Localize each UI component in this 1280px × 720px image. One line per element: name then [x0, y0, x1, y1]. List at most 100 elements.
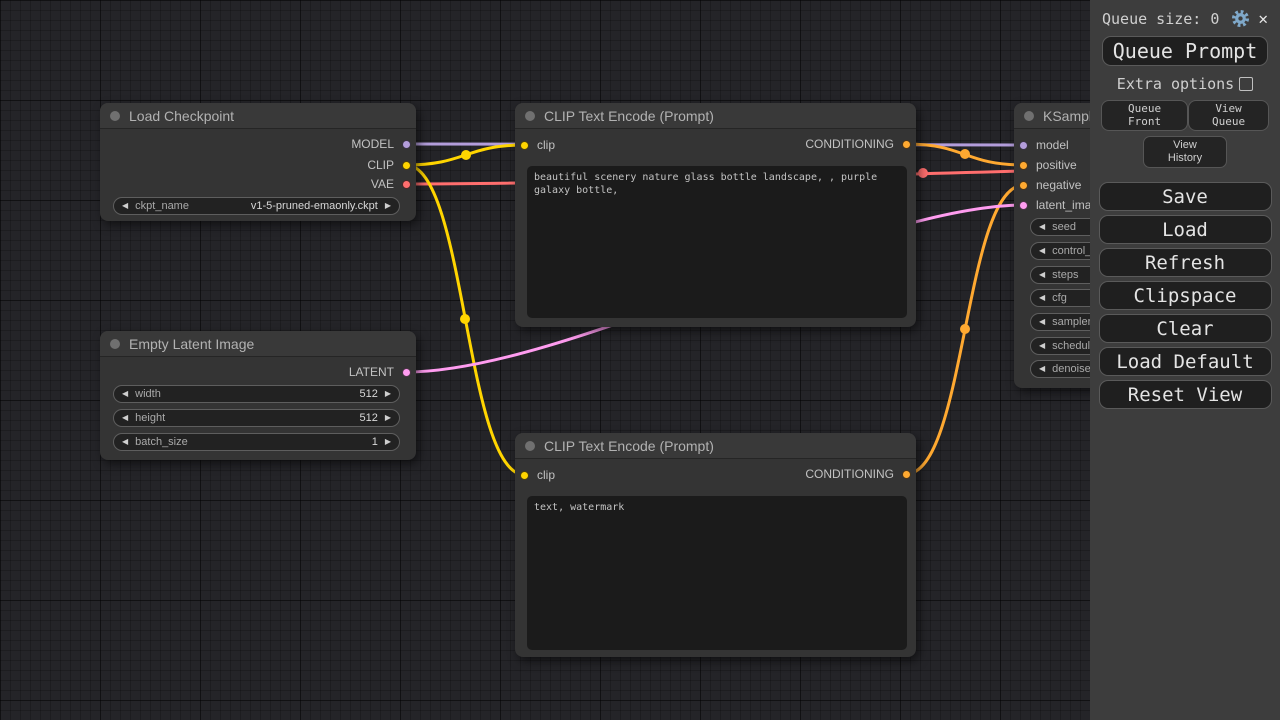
clipspace-button[interactable]: Clipspace: [1099, 281, 1272, 310]
node-load-checkpoint[interactable]: Load Checkpoint MODEL CLIP VAE ◀ ckpt_na…: [100, 103, 416, 221]
save-button[interactable]: Save: [1099, 182, 1272, 211]
slot-dot-clip[interactable]: [402, 161, 411, 170]
arrow-left-icon[interactable]: ◀: [1039, 247, 1045, 255]
widget-label: width: [135, 388, 161, 400]
slot-label: negative: [1036, 178, 1081, 192]
widget-label: schedul: [1052, 340, 1090, 352]
slot-label: CONDITIONING: [805, 467, 894, 481]
prompt-textarea[interactable]: text, watermark: [527, 496, 907, 650]
node-title: CLIP Text Encode (Prompt): [544, 108, 714, 124]
arrow-left-icon[interactable]: ◀: [1039, 318, 1045, 326]
settings-gear-icon[interactable]: [1231, 9, 1250, 28]
widget-value: v1-5-pruned-emaonly.ckpt: [251, 200, 378, 212]
extra-options-label: Extra options: [1117, 75, 1234, 93]
slot-dot-vae[interactable]: [402, 180, 411, 189]
slot-dot-conditioning[interactable]: [1019, 161, 1028, 170]
arrow-left-icon[interactable]: ◀: [122, 202, 128, 210]
extra-options-checkbox[interactable]: [1239, 77, 1253, 91]
arrow-left-icon[interactable]: ◀: [1039, 294, 1045, 302]
slot-label: VAE: [371, 177, 394, 191]
link-dot: [460, 314, 470, 324]
prompt-textarea[interactable]: beautiful scenery nature glass bottle la…: [527, 166, 907, 318]
link-dot: [960, 324, 970, 334]
widget-label: seed: [1052, 221, 1076, 233]
node-header[interactable]: Empty Latent Image: [100, 331, 416, 357]
refresh-button[interactable]: Refresh: [1099, 248, 1272, 277]
widget-label: cfg: [1052, 292, 1067, 304]
arrow-left-icon[interactable]: ◀: [1039, 223, 1045, 231]
node-header[interactable]: CLIP Text Encode (Prompt): [515, 433, 916, 459]
node-clip-text-encode-positive[interactable]: CLIP Text Encode (Prompt) clip CONDITION…: [515, 103, 916, 327]
slot-label: model: [1036, 138, 1069, 152]
widget-label: ckpt_name: [135, 200, 189, 212]
collapse-dot-icon[interactable]: [110, 339, 120, 349]
reset-view-button[interactable]: Reset View: [1099, 380, 1272, 409]
arrow-right-icon[interactable]: ▶: [385, 202, 391, 210]
width-widget[interactable]: ◀ width 512 ▶: [113, 385, 400, 403]
widget-label: height: [135, 412, 165, 424]
arrow-left-icon[interactable]: ◀: [1039, 365, 1045, 373]
slot-label: clip: [537, 138, 555, 152]
slot-dot-conditioning[interactable]: [902, 470, 911, 479]
input-slot-model: model: [1019, 135, 1069, 155]
widget-value: 512: [359, 412, 377, 424]
collapse-dot-icon[interactable]: [525, 111, 535, 121]
load-default-button[interactable]: Load Default: [1099, 347, 1272, 376]
slot-dot-clip[interactable]: [520, 471, 529, 480]
node-empty-latent-image[interactable]: Empty Latent Image LATENT ◀ width 512 ▶ …: [100, 331, 416, 460]
arrow-left-icon[interactable]: ◀: [1039, 271, 1045, 279]
node-title: CLIP Text Encode (Prompt): [544, 438, 714, 454]
slot-label: MODEL: [351, 137, 394, 151]
slot-label: LATENT: [349, 365, 394, 379]
comfy-menu-panel: Queue size: 0 ✕ Queue Prompt Extra optio…: [1090, 0, 1280, 720]
slot-label: positive: [1036, 158, 1077, 172]
node-header[interactable]: Load Checkpoint: [100, 103, 416, 129]
view-history-button[interactable]: View History: [1143, 136, 1227, 168]
node-clip-text-encode-negative[interactable]: CLIP Text Encode (Prompt) clip CONDITION…: [515, 433, 916, 657]
collapse-dot-icon[interactable]: [525, 441, 535, 451]
output-slot-vae: VAE: [371, 174, 411, 194]
arrow-left-icon[interactable]: ◀: [122, 438, 128, 446]
widget-value: 512: [359, 388, 377, 400]
output-slot-clip: CLIP: [367, 155, 411, 175]
link-dot: [918, 168, 928, 178]
batch-size-widget[interactable]: ◀ batch_size 1 ▶: [113, 433, 400, 451]
link-dot: [461, 150, 471, 160]
widget-value: 1: [372, 436, 378, 448]
close-icon[interactable]: ✕: [1256, 9, 1270, 28]
ckpt-name-widget[interactable]: ◀ ckpt_name v1-5-pruned-emaonly.ckpt ▶: [113, 197, 400, 215]
clear-button[interactable]: Clear: [1099, 314, 1272, 343]
slot-dot-conditioning[interactable]: [902, 140, 911, 149]
node-header[interactable]: CLIP Text Encode (Prompt): [515, 103, 916, 129]
node-title: Empty Latent Image: [129, 336, 254, 352]
slot-dot-model[interactable]: [402, 140, 411, 149]
collapse-dot-icon[interactable]: [110, 111, 120, 121]
slot-dot-model[interactable]: [1019, 141, 1028, 150]
slot-dot-clip[interactable]: [520, 141, 529, 150]
slot-dot-latent[interactable]: [1019, 201, 1028, 210]
slot-label: CLIP: [367, 158, 394, 172]
widget-label: steps: [1052, 269, 1078, 281]
arrow-left-icon[interactable]: ◀: [122, 390, 128, 398]
input-slot-clip: clip: [520, 135, 555, 155]
queue-front-button[interactable]: Queue Front: [1101, 100, 1188, 131]
load-button[interactable]: Load: [1099, 215, 1272, 244]
slot-label: clip: [537, 468, 555, 482]
slot-dot-latent[interactable]: [402, 368, 411, 377]
arrow-left-icon[interactable]: ◀: [1039, 342, 1045, 350]
input-slot-positive: positive: [1019, 155, 1077, 175]
arrow-left-icon[interactable]: ◀: [122, 414, 128, 422]
collapse-dot-icon[interactable]: [1024, 111, 1034, 121]
view-queue-button[interactable]: View Queue: [1188, 100, 1269, 131]
height-widget[interactable]: ◀ height 512 ▶: [113, 409, 400, 427]
slot-dot-conditioning[interactable]: [1019, 181, 1028, 190]
arrow-right-icon[interactable]: ▶: [385, 390, 391, 398]
link-dot: [960, 149, 970, 159]
output-slot-model: MODEL: [351, 134, 411, 154]
node-title: Load Checkpoint: [129, 108, 234, 124]
arrow-right-icon[interactable]: ▶: [385, 414, 391, 422]
output-slot-conditioning: CONDITIONING: [805, 464, 911, 484]
widget-label: sampler: [1052, 316, 1091, 328]
arrow-right-icon[interactable]: ▶: [385, 438, 391, 446]
queue-prompt-button[interactable]: Queue Prompt: [1102, 36, 1268, 66]
